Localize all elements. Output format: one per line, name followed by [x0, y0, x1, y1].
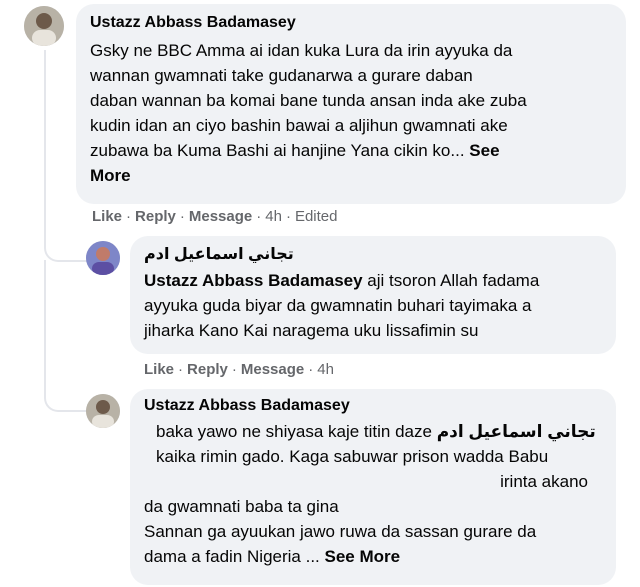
see-more-link-cont[interactable]: More — [90, 166, 131, 185]
comment-actions: Like · Reply · Message · 4h · Edited — [92, 208, 338, 225]
thread-line — [44, 50, 46, 240]
comment-line: kudin idan an ciyo bashin bawai a aljihu… — [90, 116, 508, 135]
like-button[interactable]: Like — [144, 361, 174, 378]
avatar[interactable] — [86, 394, 120, 428]
comment-author[interactable]: Ustazz Abbass Badamasey — [90, 14, 612, 32]
like-button[interactable]: Like — [92, 208, 122, 225]
reply-text: Ustazz Abbass Badamasey aji tsoron Allah… — [144, 268, 602, 343]
see-more-link[interactable]: See — [469, 141, 499, 160]
edited-label: Edited — [294, 208, 338, 225]
comment-line: zubawa ba Kuma Bashi ai hanjine Yana cik… — [90, 141, 465, 160]
reply-bubble: Ustazz Abbass Badamasey baka yawo ne shi… — [130, 389, 616, 585]
comment-bubble: Ustazz Abbass Badamasey Gsky ne BBC Amma… — [76, 4, 626, 204]
reply-line: jiharka Kano Kai naragema uku lissafimin… — [144, 321, 479, 340]
timestamp[interactable]: 4h — [317, 361, 334, 378]
comment-text: Gsky ne BBC Amma ai idan kuka Lura da ir… — [90, 38, 612, 188]
reply-line: dama a fadin Nigeria ... — [144, 547, 320, 566]
reply-bubble: تجاني اسماعيل ادم Ustazz Abbass Badamase… — [130, 236, 616, 354]
comment-line: wannan gwamnati take gudanarwa a gurare … — [90, 66, 473, 85]
reply-author[interactable]: Ustazz Abbass Badamasey — [144, 397, 602, 415]
reply-line: ayyuka guda biyar da gwamnatin buhari ta… — [144, 296, 532, 315]
mention-link[interactable]: تجاني اسماعيل ادم — [437, 422, 596, 441]
avatar[interactable] — [86, 241, 120, 275]
message-button[interactable]: Message — [189, 208, 252, 225]
see-more-link[interactable]: See More — [325, 547, 401, 566]
reply-actions: Like · Reply · Message · 4h — [144, 361, 334, 378]
reply-line: Sannan ga ayuukan jawo ruwa da sassan gu… — [144, 522, 537, 541]
thread-line-branch — [44, 260, 88, 412]
mention-link[interactable]: Ustazz Abbass Badamasey — [144, 271, 363, 290]
reply-line: irinta akano — [500, 472, 588, 491]
avatar[interactable] — [24, 6, 64, 46]
reply-button[interactable]: Reply — [187, 361, 228, 378]
message-button[interactable]: Message — [241, 361, 304, 378]
reply-button[interactable]: Reply — [135, 208, 176, 225]
reply-line: da gwamnati baba ta gina — [144, 497, 339, 516]
timestamp[interactable]: 4h — [265, 208, 282, 225]
reply-line: kaika rimin gado. Kaga sabuwar prison wa… — [156, 447, 549, 466]
thread-line-branch — [44, 230, 88, 262]
reply-line: baka yawo ne shiyasa kaje titin daze — [156, 422, 432, 441]
comment-line: daban wannan ba komai bane tunda ansan i… — [90, 91, 527, 110]
comment-line: Gsky ne BBC Amma ai idan kuka Lura da ir… — [90, 41, 513, 60]
reply-author[interactable]: تجاني اسماعيل ادم — [144, 244, 602, 264]
reply-text: baka yawo ne shiyasa kaje titin daze تجا… — [144, 419, 602, 569]
reply-line: aji tsoron Allah fadama — [362, 271, 540, 290]
